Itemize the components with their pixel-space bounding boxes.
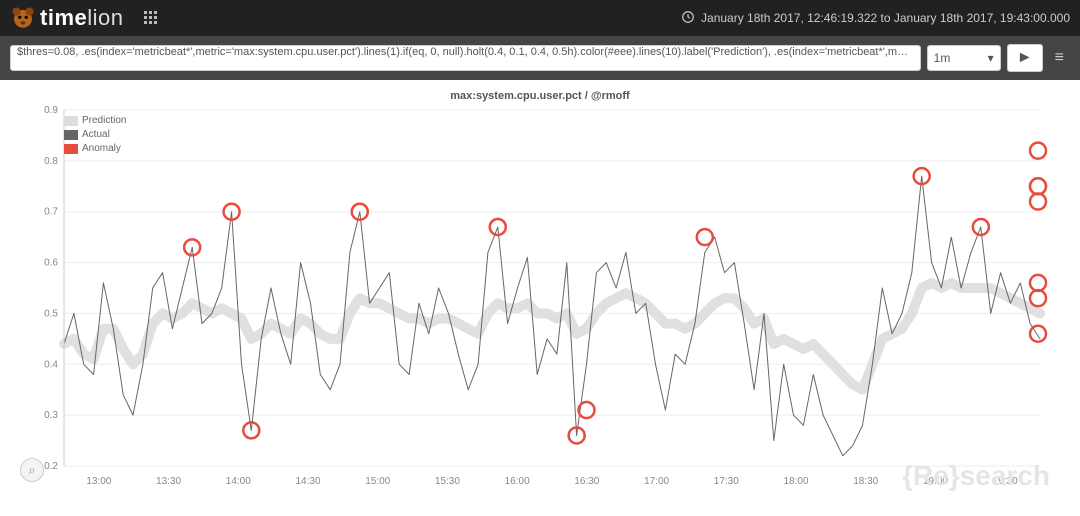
time-range-picker[interactable]: January 18th 2017, 12:46:19.322 to Janua… <box>681 10 1070 27</box>
chart-legend: Prediction Actual Anomaly <box>64 114 126 156</box>
svg-text:17:30: 17:30 <box>714 476 739 487</box>
run-button[interactable]: ► <box>1007 44 1043 72</box>
chart-title: max:system.cpu.user.pct / @rmoff <box>30 90 1050 102</box>
svg-text:13:30: 13:30 <box>156 476 181 487</box>
app-header: timelion January 18th 2017, 12:46:19.322… <box>0 0 1080 36</box>
svg-text:0.7: 0.7 <box>44 207 58 218</box>
chart-panel: max:system.cpu.user.pct / @rmoff Predict… <box>0 80 1080 498</box>
svg-text:14:30: 14:30 <box>295 476 320 487</box>
watermark-text: {Re}search <box>902 460 1050 492</box>
clock-icon <box>681 10 695 27</box>
lion-icon <box>10 5 36 31</box>
svg-text:17:00: 17:00 <box>644 476 669 487</box>
svg-text:0.8: 0.8 <box>44 156 58 167</box>
timeseries-chart[interactable]: 0.2 0.3 0.4 0.5 0.6 0.7 0.8 0.9 13:00 13:30 14:00 1… <box>30 104 1050 494</box>
svg-text:16:30: 16:30 <box>574 476 599 487</box>
magnifier-icon: ⌕ <box>29 463 36 478</box>
svg-text:16:00: 16:00 <box>505 476 530 487</box>
panel-menu-button[interactable]: ≡ <box>1049 49 1070 67</box>
swatch-anomaly <box>64 144 78 154</box>
svg-text:13:00: 13:00 <box>86 476 111 487</box>
svg-text:14:00: 14:00 <box>226 476 251 487</box>
svg-text:15:30: 15:30 <box>435 476 460 487</box>
swatch-actual <box>64 130 78 140</box>
query-bar: $thres=0.08, .es(index='metricbeat*',met… <box>0 36 1080 80</box>
chevron-down-icon: ▾ <box>988 51 994 65</box>
svg-text:18:30: 18:30 <box>853 476 878 487</box>
expression-input[interactable]: $thres=0.08, .es(index='metricbeat*',met… <box>10 45 921 71</box>
svg-text:0.3: 0.3 <box>44 410 58 421</box>
play-icon: ► <box>1017 49 1033 67</box>
svg-text:0.6: 0.6 <box>44 258 58 269</box>
menu-icon: ≡ <box>1055 49 1064 66</box>
svg-text:0.4: 0.4 <box>44 359 58 370</box>
zoom-reset-button[interactable]: ⌕ <box>20 458 44 482</box>
time-range-text: January 18th 2017, 12:46:19.322 to Janua… <box>701 11 1070 25</box>
svg-text:15:00: 15:00 <box>365 476 390 487</box>
legend-item-prediction[interactable]: Prediction <box>64 114 126 128</box>
interval-value: 1m <box>934 51 951 65</box>
svg-text:18:00: 18:00 <box>783 476 808 487</box>
interval-select[interactable]: 1m ▾ <box>927 45 1001 71</box>
svg-text:0.5: 0.5 <box>44 308 58 319</box>
legend-item-anomaly[interactable]: Anomaly <box>64 142 126 156</box>
legend-item-actual[interactable]: Actual <box>64 128 126 142</box>
swatch-prediction <box>64 116 78 126</box>
dashboard-grid-icon[interactable] <box>144 11 158 25</box>
svg-text:0.2: 0.2 <box>44 461 58 472</box>
svg-text:0.9: 0.9 <box>44 105 58 116</box>
app-logo: timelion <box>10 5 124 31</box>
app-name: timelion <box>40 5 124 31</box>
